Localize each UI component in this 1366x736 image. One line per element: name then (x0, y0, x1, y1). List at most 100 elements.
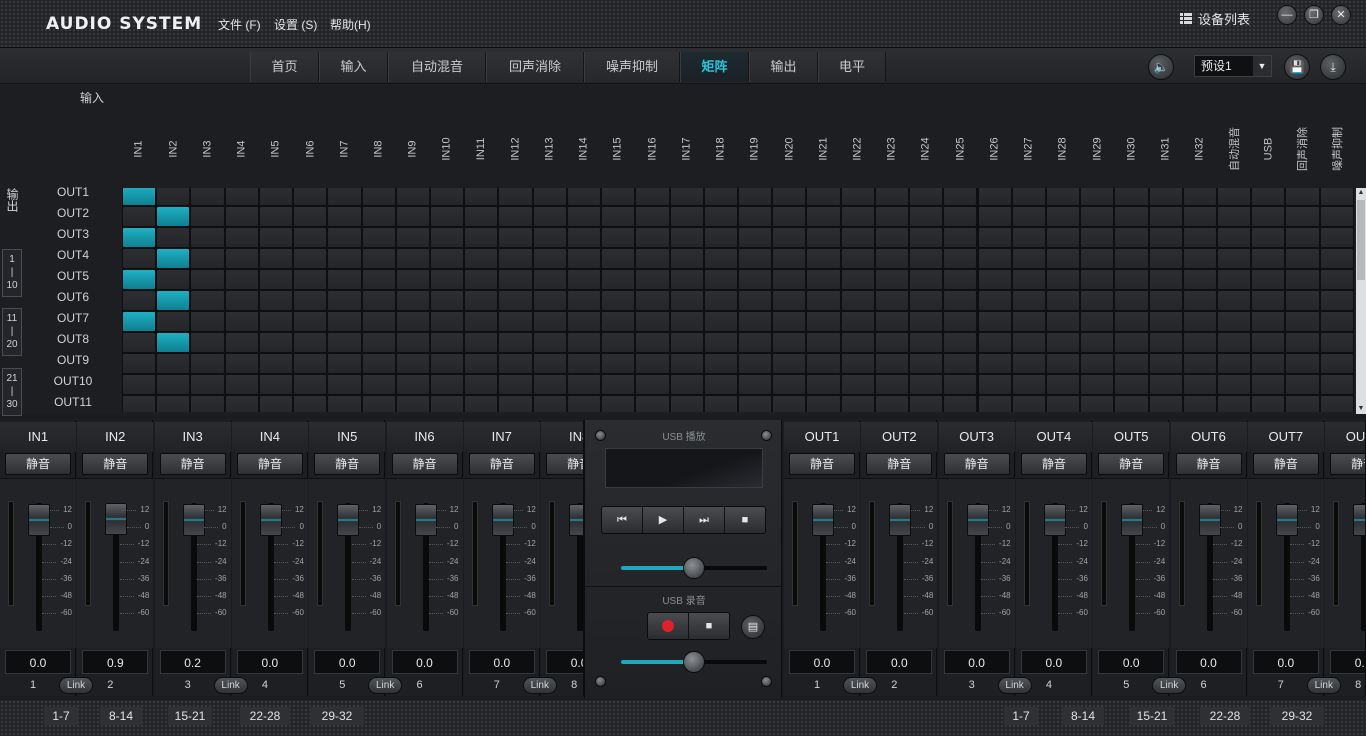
matrix-cell[interactable] (191, 270, 224, 289)
matrix-cell[interactable] (123, 270, 156, 289)
matrix-cell[interactable] (294, 396, 327, 412)
matrix-cell[interactable] (704, 249, 737, 268)
link-button[interactable]: Link (368, 677, 403, 694)
matrix-cell[interactable] (1012, 333, 1045, 352)
matrix-cell[interactable] (499, 249, 532, 268)
matrix-cell[interactable] (396, 228, 429, 247)
matrix-cell[interactable] (1081, 249, 1114, 268)
matrix-cell[interactable] (807, 207, 840, 226)
matrix-cell[interactable] (602, 354, 635, 373)
matrix-cell[interactable] (807, 228, 840, 247)
matrix-cell[interactable] (465, 396, 498, 412)
input-bank-button[interactable]: 8-14 (100, 707, 142, 725)
mute-button[interactable]: 静音 (468, 453, 535, 475)
matrix-cell[interactable] (259, 207, 293, 226)
matrix-cell[interactable] (362, 291, 395, 310)
matrix-cell[interactable] (157, 249, 190, 268)
matrix-cell[interactable] (910, 312, 943, 331)
mute-button[interactable]: 静音 (1252, 453, 1319, 475)
matrix-cell[interactable] (738, 249, 772, 268)
matrix-cell[interactable] (807, 249, 840, 268)
matrix-cell[interactable] (533, 207, 566, 226)
gain-value[interactable]: 0.0 (866, 650, 933, 674)
matrix-cell[interactable] (1115, 188, 1148, 205)
matrix-cell[interactable] (465, 333, 498, 352)
matrix-cell[interactable] (328, 249, 361, 268)
matrix-cell[interactable] (910, 249, 943, 268)
link-button[interactable]: Link (213, 677, 248, 694)
matrix-cell[interactable] (396, 291, 429, 310)
scroll-thumb[interactable] (1357, 200, 1365, 280)
matrix-cell[interactable] (1320, 207, 1353, 226)
matrix-cell[interactable] (670, 354, 703, 373)
matrix-cell[interactable] (738, 312, 772, 331)
matrix-cell[interactable] (670, 333, 703, 352)
matrix-cell[interactable] (396, 312, 429, 331)
matrix-cell[interactable] (1046, 312, 1080, 331)
gain-value[interactable]: 0.0 (1330, 650, 1365, 674)
fader-knob[interactable] (414, 504, 437, 536)
matrix-cell[interactable] (841, 333, 874, 352)
matrix-cell[interactable] (773, 375, 806, 394)
matrix-cell[interactable] (533, 188, 566, 205)
matrix-cell[interactable] (1012, 396, 1045, 412)
mute-button[interactable]: 静音 (1175, 453, 1242, 475)
matrix-cell[interactable] (1183, 270, 1217, 289)
fader-knob[interactable] (1043, 504, 1066, 536)
matrix-cell[interactable] (259, 312, 293, 331)
matrix-cell[interactable] (978, 207, 1011, 226)
matrix-cell[interactable] (567, 207, 601, 226)
tab-7[interactable]: 输出 (749, 52, 818, 82)
matrix-cell[interactable] (1012, 270, 1045, 289)
matrix-cell[interactable] (1286, 188, 1319, 205)
matrix-cell[interactable] (225, 396, 258, 412)
matrix-cell[interactable] (1183, 207, 1217, 226)
matrix-cell[interactable] (191, 333, 224, 352)
matrix-cell[interactable] (157, 396, 190, 412)
matrix-cell[interactable] (465, 228, 498, 247)
matrix-cell[interactable] (430, 333, 464, 352)
matrix-cell[interactable] (362, 270, 395, 289)
mute-button[interactable]: 静音 (82, 453, 149, 475)
play-button[interactable]: ▶ (643, 507, 683, 533)
gain-value[interactable]: 0.0 (5, 650, 71, 674)
matrix-cell[interactable] (773, 396, 806, 412)
page-button-21-30[interactable]: 21 | 30 (2, 368, 22, 416)
record-button[interactable] (648, 613, 688, 639)
matrix-cell[interactable] (704, 270, 737, 289)
matrix-cell[interactable] (738, 228, 772, 247)
matrix-cell[interactable] (1286, 354, 1319, 373)
gain-value[interactable]: 0.9 (82, 650, 149, 674)
gain-value[interactable]: 0.0 (1020, 650, 1087, 674)
matrix-cell[interactable] (1149, 249, 1182, 268)
record-stop-button[interactable]: ■ (689, 613, 729, 639)
matrix-cell[interactable] (1149, 333, 1182, 352)
matrix-cell[interactable] (157, 291, 190, 310)
mute-button[interactable]: 静音 (391, 453, 458, 475)
gain-value[interactable]: 0.0 (789, 650, 855, 674)
matrix-cell[interactable] (875, 270, 909, 289)
matrix-cell[interactable] (773, 312, 806, 331)
matrix-cell[interactable] (636, 354, 669, 373)
matrix-cell[interactable] (704, 228, 737, 247)
matrix-cell[interactable] (841, 188, 874, 205)
gain-value[interactable]: 0.0 (943, 650, 1010, 674)
matrix-cell[interactable] (944, 375, 977, 394)
output-bank-button[interactable]: 22-28 (1200, 707, 1250, 725)
matrix-cell[interactable] (773, 291, 806, 310)
mute-button[interactable]: 静音 (546, 453, 583, 475)
matrix-cell[interactable] (1183, 228, 1217, 247)
matrix-cell[interactable] (1252, 333, 1285, 352)
matrix-cell[interactable] (328, 312, 361, 331)
matrix-cell[interactable] (1081, 207, 1114, 226)
matrix-cell[interactable] (157, 333, 190, 352)
matrix-cell[interactable] (1149, 228, 1182, 247)
matrix-cell[interactable] (225, 228, 258, 247)
fader-knob[interactable] (1353, 504, 1365, 536)
matrix-cell[interactable] (636, 333, 669, 352)
matrix-cell[interactable] (1218, 207, 1251, 226)
matrix-cell[interactable] (294, 291, 327, 310)
matrix-cell[interactable] (294, 312, 327, 331)
matrix-cell[interactable] (1046, 207, 1080, 226)
matrix-cell[interactable] (738, 270, 772, 289)
